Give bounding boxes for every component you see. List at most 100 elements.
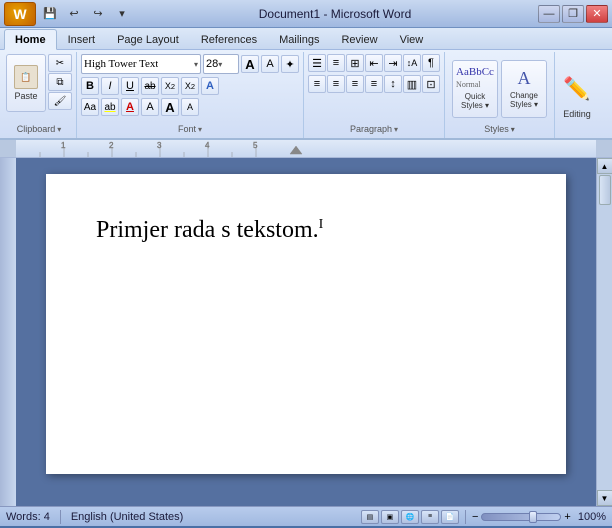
- paragraph-label: Paragraph ▾: [308, 123, 440, 136]
- print-layout-button[interactable]: ▤: [361, 510, 379, 524]
- font-color2-button[interactable]: A: [141, 98, 159, 116]
- font-name-dropdown[interactable]: High Tower Text ▾: [81, 54, 201, 74]
- multilevel-button[interactable]: ⊞: [346, 54, 364, 72]
- document-text[interactable]: Primjer rada s tekstom.I: [96, 214, 516, 248]
- grow-font-button[interactable]: A: [241, 55, 259, 73]
- tab-page-layout[interactable]: Page Layout: [106, 29, 190, 49]
- cursor-indicator: I: [319, 217, 324, 232]
- shrink-font-button[interactable]: A: [261, 55, 279, 73]
- zoom-slider[interactable]: − +: [472, 511, 571, 523]
- full-reading-button[interactable]: ▣: [381, 510, 399, 524]
- center-button[interactable]: ≡: [327, 75, 345, 93]
- scroll-up-button[interactable]: ▲: [597, 158, 612, 174]
- title-bar-left: W 💾 ↩ ↪ ▾: [4, 2, 132, 26]
- copy-button[interactable]: ⧉: [48, 73, 72, 91]
- quick-styles-label: QuickStyles ▾: [461, 93, 489, 111]
- paste-button[interactable]: 📋 Paste: [6, 54, 46, 112]
- align-right-button[interactable]: ≡: [346, 75, 364, 93]
- text-effects-button[interactable]: A: [201, 77, 219, 95]
- customize-button[interactable]: ▾: [112, 5, 132, 23]
- font-size-dropdown[interactable]: 28 ▾: [203, 54, 239, 74]
- cut-button[interactable]: ✂: [48, 54, 72, 72]
- svg-text:4: 4: [205, 141, 210, 150]
- numbering-button[interactable]: ≡: [327, 54, 345, 72]
- tab-references[interactable]: References: [190, 29, 268, 49]
- ruler: 1 2 3 4 5: [0, 140, 612, 158]
- clipboard-expand-icon[interactable]: ▾: [57, 125, 61, 134]
- tab-view[interactable]: View: [389, 29, 435, 49]
- decrease-indent-button[interactable]: ⇤: [365, 54, 383, 72]
- border-button[interactable]: ⊡: [422, 75, 440, 93]
- zoom-out-button[interactable]: −: [472, 511, 478, 523]
- subscript-button[interactable]: X2: [161, 77, 179, 95]
- quick-styles-button[interactable]: AaBbCcNormal QuickStyles ▾: [452, 60, 498, 118]
- editing-group: ✏️ Editing: [555, 52, 599, 138]
- align-left-button[interactable]: ≡: [308, 75, 326, 93]
- close-button[interactable]: ✕: [586, 5, 608, 23]
- zoom-in-button[interactable]: +: [564, 511, 570, 523]
- change-styles-button[interactable]: A ChangeStyles ▾: [501, 60, 547, 118]
- scroll-track[interactable]: [598, 174, 612, 490]
- change-case-button[interactable]: Aa: [81, 98, 99, 116]
- scroll-down-button[interactable]: ▼: [597, 490, 612, 506]
- bold-button[interactable]: B: [81, 77, 99, 95]
- save-button[interactable]: 💾: [40, 5, 60, 23]
- bullets-button[interactable]: ☰: [308, 54, 326, 72]
- paragraph-expand-icon[interactable]: ▾: [394, 125, 398, 134]
- zoom-thumb[interactable]: [529, 511, 537, 523]
- para-row1: ☰ ≡ ⊞ ⇤ ⇥ ↕A ¶: [308, 54, 440, 72]
- ruler-right-cap: [596, 140, 612, 157]
- format-painter-button[interactable]: 🖌: [48, 92, 72, 110]
- zoom-level: 100%: [578, 511, 606, 523]
- font-size-arrow: ▾: [218, 60, 222, 69]
- superscript-button[interactable]: X2: [181, 77, 199, 95]
- underline-button[interactable]: U: [121, 77, 139, 95]
- draft-button[interactable]: 📄: [441, 510, 459, 524]
- increase-indent-button[interactable]: ⇥: [384, 54, 402, 72]
- restore-button[interactable]: ❐: [562, 5, 584, 23]
- tab-home[interactable]: Home: [4, 29, 57, 50]
- italic-button[interactable]: I: [101, 77, 119, 95]
- ribbon: 📋 Paste ✂ ⧉ 🖌 Clipboard ▾ High Tower Tex…: [0, 50, 612, 140]
- quick-styles-icon: AaBbCcNormal: [456, 66, 494, 90]
- font-color-button[interactable]: A: [121, 98, 139, 116]
- font-expand-icon[interactable]: ▾: [198, 125, 202, 134]
- font-color3-button[interactable]: A: [161, 98, 179, 116]
- language: English (United States): [71, 511, 184, 523]
- shading-button[interactable]: ▥: [403, 75, 421, 93]
- show-hide-button[interactable]: ¶: [422, 54, 440, 72]
- tab-insert[interactable]: Insert: [57, 29, 107, 49]
- window-controls: — ❐ ✕: [538, 5, 608, 23]
- vertical-scrollbar[interactable]: ▲ ▼: [596, 158, 612, 506]
- paragraph-content: ☰ ≡ ⊞ ⇤ ⇥ ↕A ¶ ≡ ≡ ≡ ≡ ↕ ▥ ⊡: [308, 54, 440, 123]
- outline-button[interactable]: ≡: [421, 510, 439, 524]
- undo-button[interactable]: ↩: [64, 5, 84, 23]
- font-size3-button[interactable]: A: [181, 98, 199, 116]
- justify-button[interactable]: ≡: [365, 75, 383, 93]
- paste-icon: 📋: [14, 65, 38, 89]
- status-divider1: [60, 510, 61, 524]
- document-page: Primjer rada s tekstom.I: [46, 174, 566, 474]
- sort-button[interactable]: ↕A: [403, 54, 421, 72]
- office-button[interactable]: W: [4, 2, 36, 26]
- scroll-thumb[interactable]: [599, 175, 611, 205]
- text-highlight-button[interactable]: ab: [101, 98, 119, 116]
- font-row1: High Tower Text ▾ 28 ▾ A A ✦: [81, 54, 299, 74]
- document-scroll-area[interactable]: Primjer rada s tekstom.I: [16, 158, 596, 506]
- web-layout-button[interactable]: 🌐: [401, 510, 419, 524]
- styles-expand-icon[interactable]: ▾: [511, 125, 515, 134]
- minimize-button[interactable]: —: [538, 5, 560, 23]
- vertical-ruler: [0, 158, 16, 506]
- svg-text:3: 3: [157, 141, 162, 150]
- paragraph-group: ☰ ≡ ⊞ ⇤ ⇥ ↕A ¶ ≡ ≡ ≡ ≡ ↕ ▥ ⊡ Paragraph ▾: [304, 52, 445, 138]
- zoom-track[interactable]: [481, 513, 561, 521]
- styles-group: AaBbCcNormal QuickStyles ▾ A ChangeStyle…: [445, 52, 555, 138]
- line-spacing-button[interactable]: ↕: [384, 75, 402, 93]
- tab-mailings[interactable]: Mailings: [268, 29, 330, 49]
- tab-review[interactable]: Review: [330, 29, 388, 49]
- clear-format-button[interactable]: ✦: [281, 55, 299, 73]
- clipboard-small-buttons: ✂ ⧉ 🖌: [48, 54, 72, 110]
- title-bar: W 💾 ↩ ↪ ▾ Document1 - Microsoft Word — ❐…: [0, 0, 612, 28]
- strikethrough-button[interactable]: ab: [141, 77, 159, 95]
- redo-button[interactable]: ↪: [88, 5, 108, 23]
